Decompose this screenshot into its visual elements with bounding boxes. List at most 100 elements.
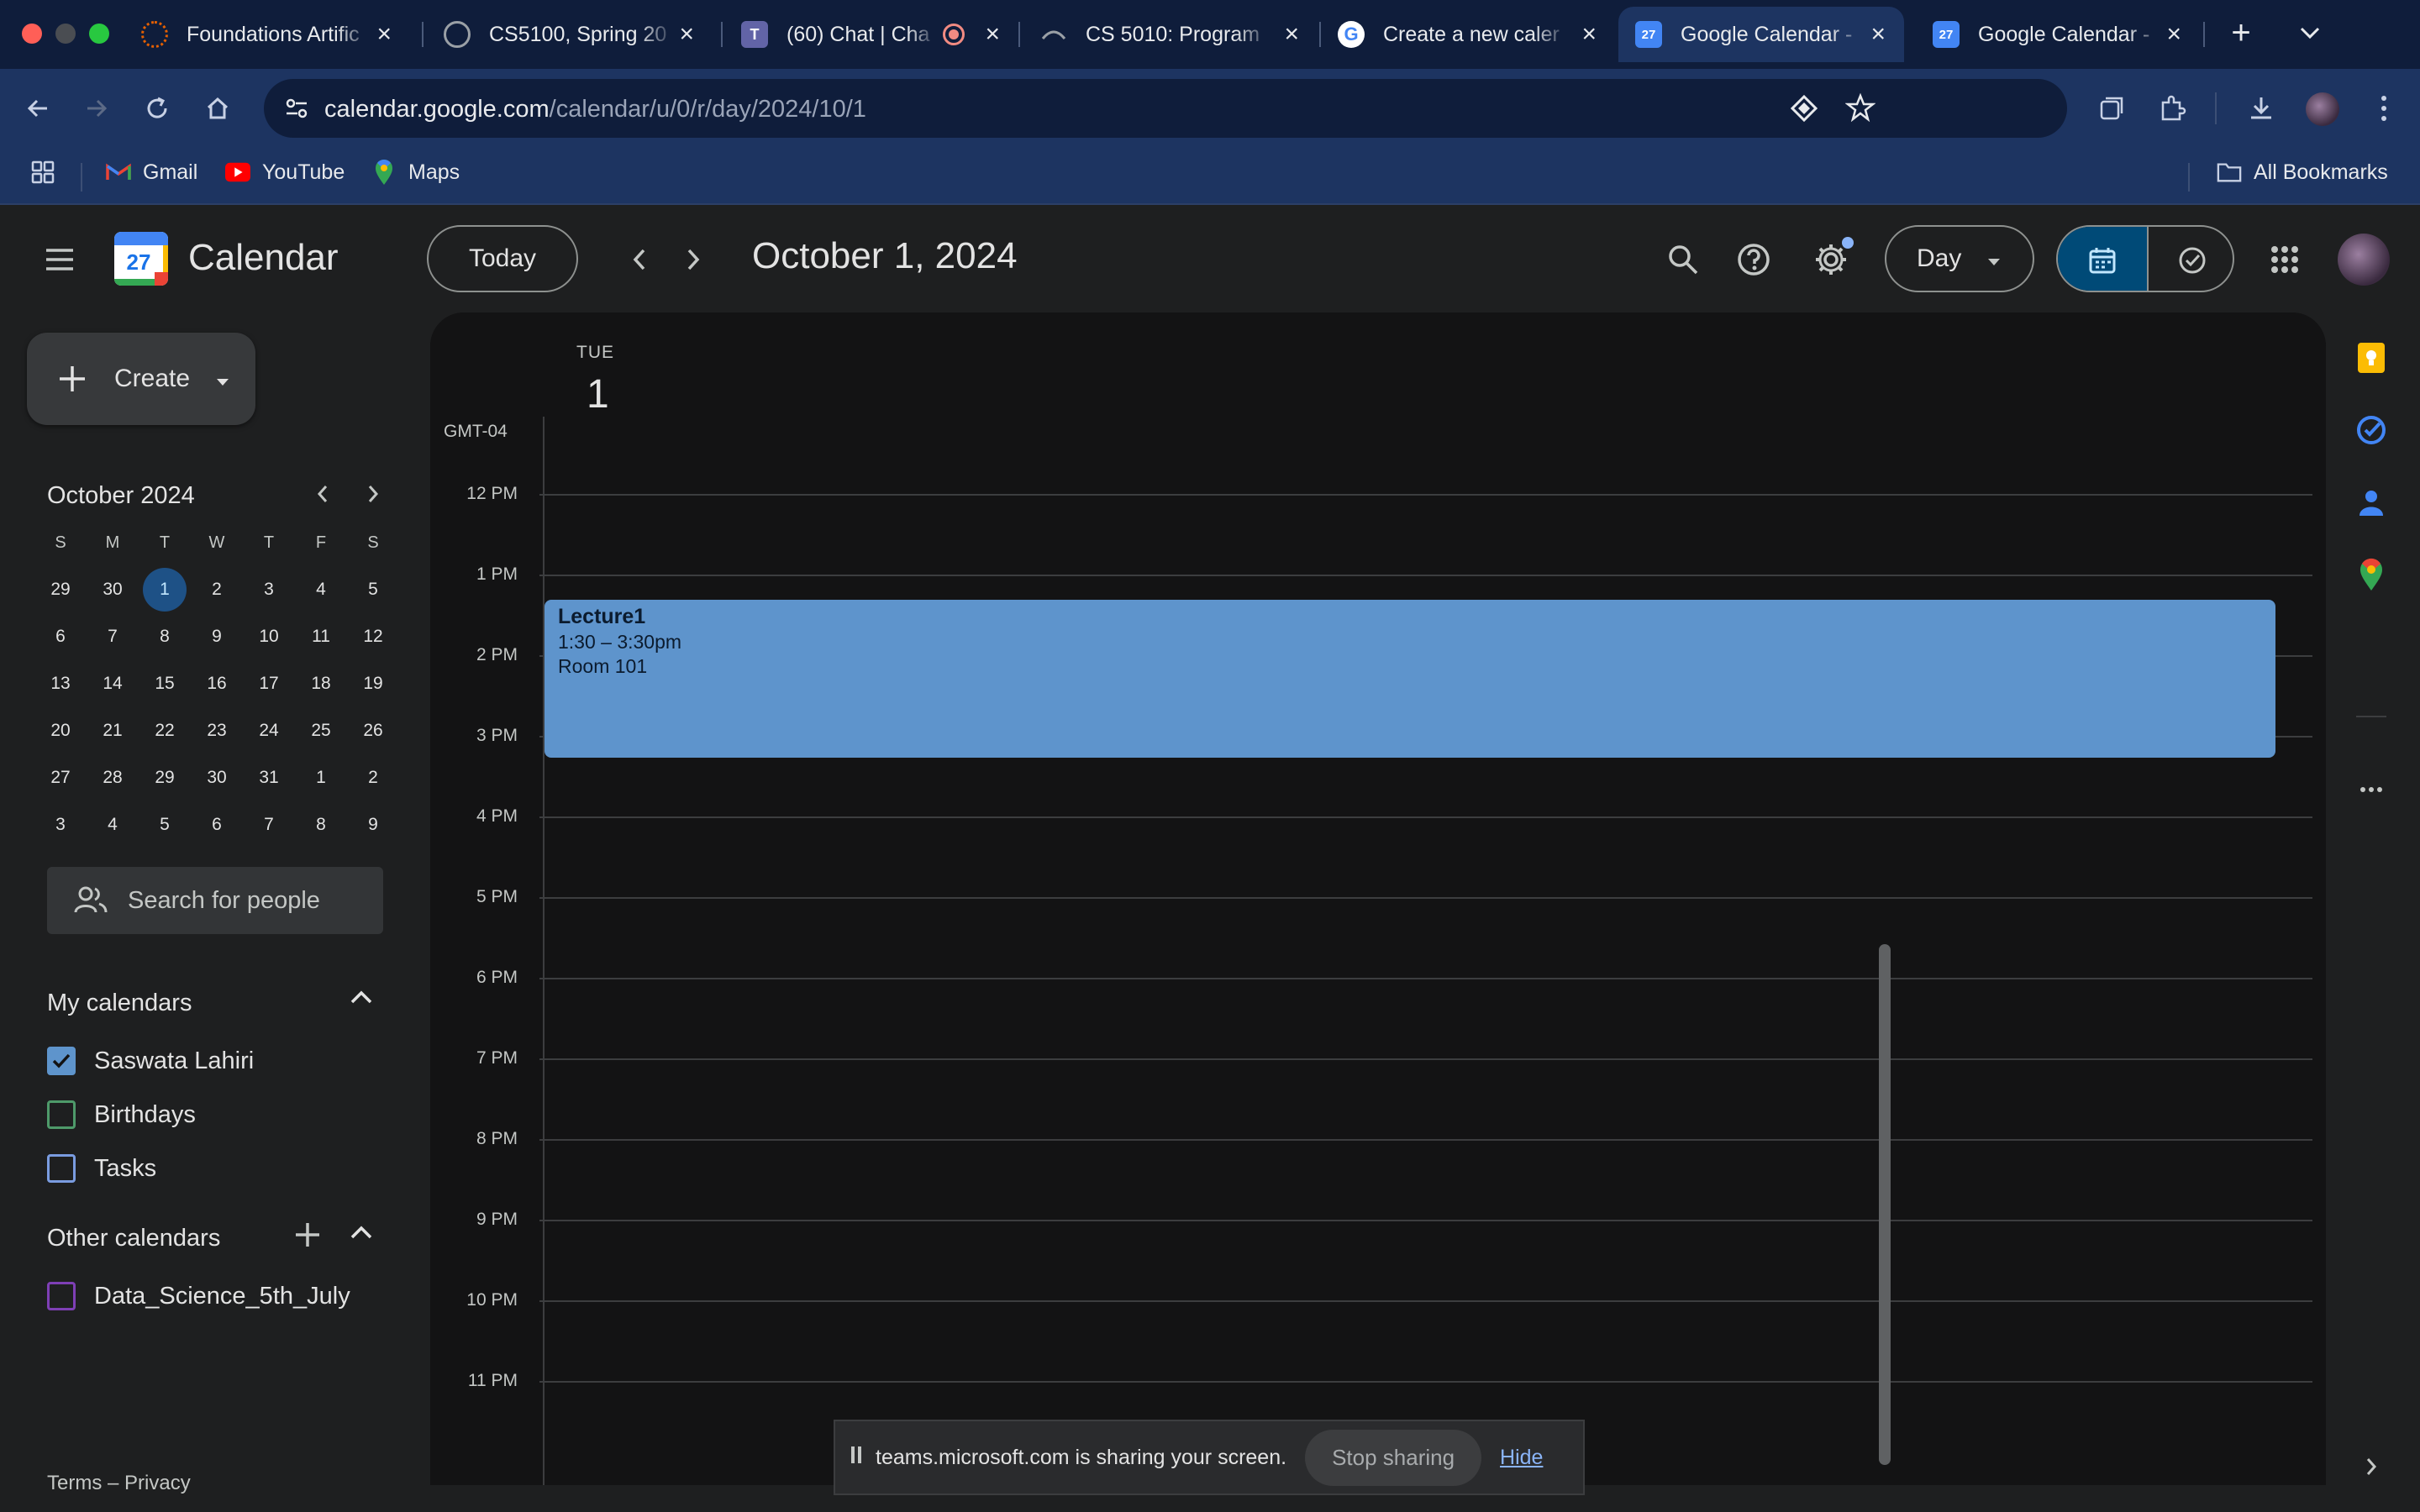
search-button[interactable] bbox=[1660, 237, 1706, 282]
calendar-view-toggle[interactable] bbox=[2058, 227, 2147, 291]
hide-banner-link[interactable]: Hide bbox=[1500, 1446, 1543, 1470]
bookmark-youtube[interactable]: YouTube bbox=[225, 160, 345, 185]
all-bookmarks-button[interactable]: All Bookmarks bbox=[2217, 160, 2388, 185]
mini-calendar-day[interactable]: 27 bbox=[39, 756, 82, 800]
mini-calendar-day[interactable]: 3 bbox=[247, 568, 291, 612]
mini-calendar-day[interactable]: 24 bbox=[247, 709, 291, 753]
mini-calendar-day[interactable]: 6 bbox=[195, 803, 239, 847]
mini-calendar-day[interactable]: 22 bbox=[143, 709, 187, 753]
calendar-item-birthdays[interactable]: Birthdays bbox=[47, 1100, 196, 1129]
forward-button[interactable] bbox=[76, 87, 118, 129]
mini-calendar-day[interactable]: 5 bbox=[351, 568, 395, 612]
browser-tab[interactable]: CS 5010: Program × bbox=[1023, 7, 1318, 62]
browser-menu-button[interactable] bbox=[2363, 87, 2405, 129]
today-button[interactable]: Today bbox=[427, 225, 578, 292]
reading-list-button[interactable] bbox=[2091, 87, 2133, 129]
mini-calendar-day[interactable]: 12 bbox=[351, 615, 395, 659]
mini-calendar-day[interactable]: 4 bbox=[299, 568, 343, 612]
browser-tab[interactable]: CS5100, Spring 20 × bbox=[427, 7, 713, 62]
view-selector[interactable]: Day bbox=[1885, 225, 2034, 292]
new-tab-button[interactable]: + bbox=[2220, 12, 2262, 54]
site-settings-icon[interactable] bbox=[284, 96, 309, 125]
mini-calendar-day[interactable]: 9 bbox=[351, 803, 395, 847]
keep-button[interactable] bbox=[2354, 341, 2388, 375]
more-addons-button[interactable] bbox=[2354, 773, 2388, 806]
back-button[interactable] bbox=[17, 87, 59, 129]
mini-calendar-day[interactable]: 9 bbox=[195, 615, 239, 659]
browser-tab[interactable]: 27 Google Calendar - × bbox=[1916, 7, 2200, 62]
collapse-other-calendars[interactable] bbox=[350, 1225, 373, 1244]
hours-grid[interactable]: 12 PM 1 PM 2 PM 3 PM 4 PM 5 PM 6 PM 7 PM 8 PM 9 P… bbox=[430, 457, 2326, 1485]
settings-button[interactable] bbox=[1808, 237, 1854, 282]
close-tab-icon[interactable]: × bbox=[1284, 20, 1299, 49]
close-tab-icon[interactable]: × bbox=[679, 20, 694, 49]
mini-calendar-day[interactable]: 15 bbox=[143, 662, 187, 706]
checkbox-checked[interactable] bbox=[47, 1047, 76, 1075]
mini-calendar-day[interactable]: 2 bbox=[351, 756, 395, 800]
address-bar[interactable]: calendar.google.com/calendar/u/0/r/day/2… bbox=[264, 79, 2067, 138]
previous-day-button[interactable] bbox=[618, 239, 660, 281]
close-tab-icon[interactable]: × bbox=[2166, 20, 2181, 49]
browser-tab[interactable]: T (60) Chat | Cha × bbox=[724, 7, 1018, 62]
calendar-logo-icon[interactable]: 27 bbox=[114, 232, 168, 286]
mini-calendar-day[interactable]: 26 bbox=[351, 709, 395, 753]
mini-calendar-day[interactable]: 13 bbox=[39, 662, 82, 706]
bookmark-star-icon[interactable] bbox=[1844, 92, 1876, 127]
mini-calendar-day[interactable]: 4 bbox=[91, 803, 134, 847]
mini-calendar-day[interactable]: 7 bbox=[91, 615, 134, 659]
grid-scrollbar[interactable] bbox=[1879, 944, 1891, 1465]
collapse-my-calendars[interactable] bbox=[350, 990, 373, 1009]
mini-calendar-day[interactable]: 30 bbox=[195, 756, 239, 800]
home-button[interactable] bbox=[197, 87, 239, 129]
mini-calendar-day[interactable]: 28 bbox=[91, 756, 134, 800]
reload-button[interactable] bbox=[136, 87, 178, 129]
extensions-button[interactable] bbox=[2151, 87, 2193, 129]
day-number[interactable]: 1 bbox=[587, 371, 609, 417]
close-tab-icon[interactable]: × bbox=[985, 20, 1000, 49]
mini-calendar-next[interactable] bbox=[356, 477, 390, 511]
mini-calendar-day[interactable]: 1 bbox=[143, 568, 187, 612]
downloads-button[interactable] bbox=[2240, 87, 2282, 129]
mini-calendar-day[interactable]: 5 bbox=[143, 803, 187, 847]
next-day-button[interactable] bbox=[672, 239, 714, 281]
close-tab-icon[interactable]: × bbox=[376, 20, 392, 49]
google-apps-button[interactable] bbox=[2264, 239, 2306, 281]
mini-calendar-day[interactable]: 18 bbox=[299, 662, 343, 706]
mini-calendar-day[interactable]: 3 bbox=[39, 803, 82, 847]
mini-calendar-day[interactable]: 19 bbox=[351, 662, 395, 706]
close-tab-icon[interactable]: × bbox=[1870, 20, 1886, 49]
mini-calendar-day[interactable]: 30 bbox=[91, 568, 134, 612]
add-other-calendar-button[interactable] bbox=[294, 1221, 321, 1252]
checkbox-unchecked[interactable] bbox=[47, 1154, 76, 1183]
main-menu-button[interactable] bbox=[39, 239, 81, 281]
minimize-window-button[interactable] bbox=[55, 24, 76, 44]
mini-calendar-day[interactable]: 29 bbox=[39, 568, 82, 612]
create-button[interactable]: Create bbox=[27, 333, 255, 425]
mini-calendar-day[interactable]: 17 bbox=[247, 662, 291, 706]
browser-tab[interactable]: Foundations Artific × bbox=[124, 7, 410, 62]
tasks-view-toggle[interactable] bbox=[2147, 227, 2233, 291]
bookmark-maps[interactable]: Maps bbox=[371, 160, 460, 185]
my-calendars-title[interactable]: My calendars bbox=[47, 990, 192, 1017]
support-button[interactable] bbox=[1731, 237, 1776, 282]
event-lecture1[interactable]: Lecture1 1:30 – 3:30pm Room 101 bbox=[544, 600, 2275, 758]
close-window-button[interactable] bbox=[22, 24, 42, 44]
mini-calendar-day[interactable]: 8 bbox=[143, 615, 187, 659]
calendar-item-saswata-lahiri[interactable]: Saswata Lahiri bbox=[47, 1047, 254, 1075]
terms-privacy-link[interactable]: Terms – Privacy bbox=[47, 1472, 191, 1495]
google-lens-icon[interactable] bbox=[1790, 94, 1818, 127]
stop-sharing-button[interactable]: Stop sharing bbox=[1305, 1429, 1482, 1486]
mini-calendar-day[interactable]: 2 bbox=[195, 568, 239, 612]
profile-avatar[interactable] bbox=[2306, 92, 2339, 126]
mini-calendar-day[interactable]: 20 bbox=[39, 709, 82, 753]
mini-calendar-day[interactable]: 14 bbox=[91, 662, 134, 706]
close-tab-icon[interactable]: × bbox=[1581, 20, 1597, 49]
checkbox-unchecked[interactable] bbox=[47, 1282, 76, 1310]
zoom-window-button[interactable] bbox=[89, 24, 109, 44]
mini-calendar-day[interactable]: 10 bbox=[247, 615, 291, 659]
calendar-item-data-science[interactable]: Data_Science_5th_July bbox=[47, 1282, 350, 1310]
mini-calendar-day[interactable]: 21 bbox=[91, 709, 134, 753]
mini-calendar-day[interactable]: 7 bbox=[247, 803, 291, 847]
maps-button[interactable] bbox=[2354, 558, 2388, 591]
mini-calendar-day[interactable]: 29 bbox=[143, 756, 187, 800]
